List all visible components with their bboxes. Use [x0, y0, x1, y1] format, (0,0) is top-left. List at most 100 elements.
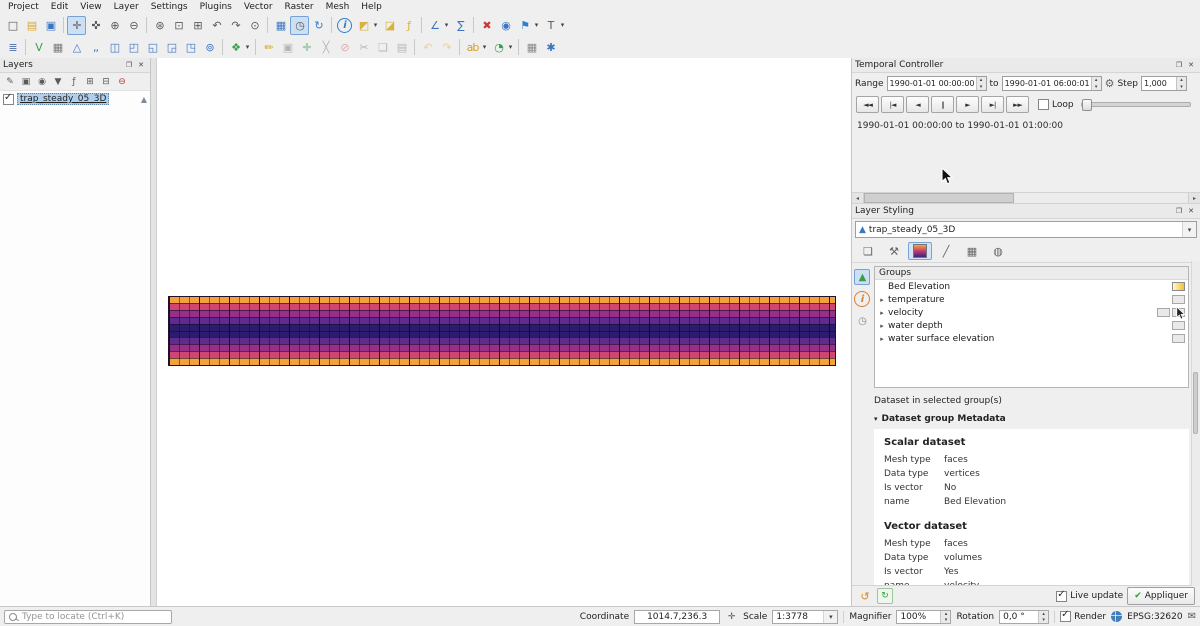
- menu-settings[interactable]: Settings: [145, 1, 194, 13]
- spin-down-icon[interactable]: ▾: [941, 617, 950, 623]
- add-wcs-layer-button[interactable]: ◲: [162, 38, 181, 57]
- zoom-native-button[interactable]: ⊙: [245, 16, 264, 35]
- reset-style-icon[interactable]: ↺: [857, 588, 873, 604]
- range-end-spinner[interactable]: ▴▾: [1091, 77, 1101, 90]
- zoom-next-button[interactable]: ↷: [226, 16, 245, 35]
- step-forward-button[interactable]: ►|: [981, 96, 1004, 113]
- skip-to-end-button[interactable]: ►►: [1006, 96, 1029, 113]
- layers-panel-float-button[interactable]: ❐: [123, 60, 135, 71]
- scroll-right-icon[interactable]: ▸: [1188, 193, 1200, 203]
- scalar-display-toggle[interactable]: [1157, 308, 1170, 317]
- cut-features-button[interactable]: ✂: [354, 38, 373, 57]
- apply-button[interactable]: ✔ Appliquer: [1127, 587, 1195, 605]
- manage-map-themes-button[interactable]: ◉: [34, 74, 49, 89]
- collapse-all-button[interactable]: ⊟: [98, 74, 113, 89]
- styling-close-button[interactable]: ✕: [1185, 206, 1197, 217]
- spin-down-icon[interactable]: ▾: [1092, 84, 1101, 91]
- identify-features-button[interactable]: i: [337, 18, 352, 33]
- combo-dropdown-icon[interactable]: ▾: [1182, 222, 1196, 237]
- vertex-tool-button[interactable]: ╳: [316, 38, 335, 57]
- slider-handle[interactable]: [1082, 99, 1092, 111]
- add-delimited-text-button[interactable]: ,,: [86, 38, 105, 57]
- add-feature-button[interactable]: ✚: [297, 38, 316, 57]
- expand-arrow-icon[interactable]: ▸: [878, 335, 886, 343]
- scale-value[interactable]: 1:3778: [776, 612, 823, 622]
- remove-layer-button[interactable]: ⊖: [114, 74, 129, 89]
- range-start-spinner[interactable]: ▴▾: [976, 77, 986, 90]
- temporal-close-button[interactable]: ✕: [1185, 60, 1197, 71]
- refresh-style-icon[interactable]: ↻: [877, 588, 893, 604]
- rotation-spin[interactable]: 0,0 ° ▴▾: [999, 610, 1049, 624]
- add-vector-layer-button[interactable]: V: [29, 38, 48, 57]
- messages-icon[interactable]: ✉: [1188, 611, 1196, 622]
- step-value[interactable]: 1,000: [1142, 77, 1176, 90]
- measure-menu-button[interactable]: ▾: [441, 16, 451, 35]
- coordinate-extent-icon[interactable]: ✛: [725, 609, 738, 625]
- copy-features-button[interactable]: ❏: [373, 38, 392, 57]
- mesh-info-tab[interactable]: i: [854, 291, 870, 307]
- new-layer-dropdown-button[interactable]: ▾: [242, 38, 252, 57]
- attribute-table-button[interactable]: ▦: [522, 38, 541, 57]
- add-mesh-layer-button[interactable]: △: [67, 38, 86, 57]
- processing-toolbox-button[interactable]: ✱: [541, 38, 560, 57]
- map-tips-button[interactable]: ◉: [496, 16, 515, 35]
- expand-all-button[interactable]: ⊞: [82, 74, 97, 89]
- temporal-horizontal-scrollbar[interactable]: ◂ ▸: [852, 192, 1200, 204]
- undo-button[interactable]: ↶: [418, 38, 437, 57]
- add-group-button[interactable]: ▣: [18, 74, 33, 89]
- open-layer-styling-panel-button[interactable]: ✎: [2, 74, 17, 89]
- scalar-display-toggle[interactable]: [1172, 321, 1185, 330]
- tools-tab[interactable]: ⚒: [882, 242, 906, 260]
- scale-combo[interactable]: 1:3778 ▾: [772, 610, 838, 624]
- styling-vertical-scrollbar[interactable]: [1191, 261, 1200, 586]
- magnifier-spin[interactable]: 100% ▴▾: [896, 610, 951, 624]
- menu-plugins[interactable]: Plugins: [194, 1, 238, 13]
- layer-name[interactable]: trap_steady_05_3D: [17, 93, 109, 105]
- step-spinner[interactable]: ▴▾: [1176, 77, 1186, 90]
- expand-arrow-icon[interactable]: ▸: [878, 296, 886, 304]
- save-layer-edits-button[interactable]: ▣: [278, 38, 297, 57]
- range-start-input[interactable]: 1990-01-01 00:00:00 ▴▾: [887, 76, 987, 91]
- vector-display-toggle[interactable]: [1172, 308, 1185, 317]
- line-style-tab[interactable]: ╱: [934, 242, 958, 260]
- dataset-group-row[interactable]: ▸water depth: [875, 319, 1188, 332]
- delete-selected-button[interactable]: ⊘: [335, 38, 354, 57]
- color-ramp-tab[interactable]: [908, 242, 932, 260]
- crs-value[interactable]: EPSG:32620: [1127, 612, 1182, 622]
- rotation-spinner[interactable]: ▴▾: [1038, 611, 1048, 623]
- deselect-all-button[interactable]: ◪: [380, 16, 399, 35]
- labeling-menu-button[interactable]: ▾: [479, 38, 489, 57]
- expand-arrow-icon[interactable]: ▸: [878, 309, 886, 317]
- layers-panel-close-button[interactable]: ✕: [135, 60, 147, 71]
- menu-project[interactable]: Project: [2, 1, 45, 13]
- scrollbar-track[interactable]: [864, 193, 1188, 203]
- globe-icon[interactable]: [1111, 611, 1122, 622]
- menu-raster[interactable]: Raster: [279, 1, 320, 13]
- add-wfs-layer-button[interactable]: ◳: [181, 38, 200, 57]
- layer-visibility-checkbox[interactable]: [3, 94, 14, 105]
- statistical-summary-button[interactable]: ∑: [451, 16, 470, 35]
- open-project-button[interactable]: ▤: [22, 16, 41, 35]
- dataset-group-row[interactable]: ▸temperature: [875, 293, 1188, 306]
- render-checkbox[interactable]: Render: [1060, 611, 1106, 622]
- dataset-group-row[interactable]: ▸water surface elevation: [875, 332, 1188, 345]
- animation-slider[interactable]: [1081, 102, 1191, 107]
- collapse-arrow-icon[interactable]: ▾: [874, 415, 878, 423]
- range-start-value[interactable]: 1990-01-01 00:00:00: [888, 77, 976, 90]
- scroll-left-icon[interactable]: ◂: [852, 193, 864, 203]
- styling-float-button[interactable]: ❐: [1173, 206, 1185, 217]
- expand-arrow-icon[interactable]: ▸: [878, 322, 886, 330]
- play-button[interactable]: ►: [956, 96, 979, 113]
- live-update-checkbox[interactable]: Live update: [1056, 591, 1123, 602]
- temporal-settings-gear-icon[interactable]: ⚙: [1105, 77, 1115, 90]
- filter-legend-button[interactable]: ▼: [50, 74, 65, 89]
- spin-down-icon[interactable]: ▾: [1177, 84, 1186, 91]
- live-update-box[interactable]: [1056, 591, 1067, 602]
- pause-button[interactable]: ‖: [931, 96, 954, 113]
- rendering-tab[interactable]: ◍: [986, 242, 1010, 260]
- select-features-menu-button[interactable]: ▾: [370, 16, 380, 35]
- zoom-in-button[interactable]: ⊕: [105, 16, 124, 35]
- coordinate-input[interactable]: 1014.7,236.3: [634, 610, 720, 624]
- select-by-expression-button[interactable]: ƒ: [399, 16, 418, 35]
- menu-vector[interactable]: Vector: [238, 1, 279, 13]
